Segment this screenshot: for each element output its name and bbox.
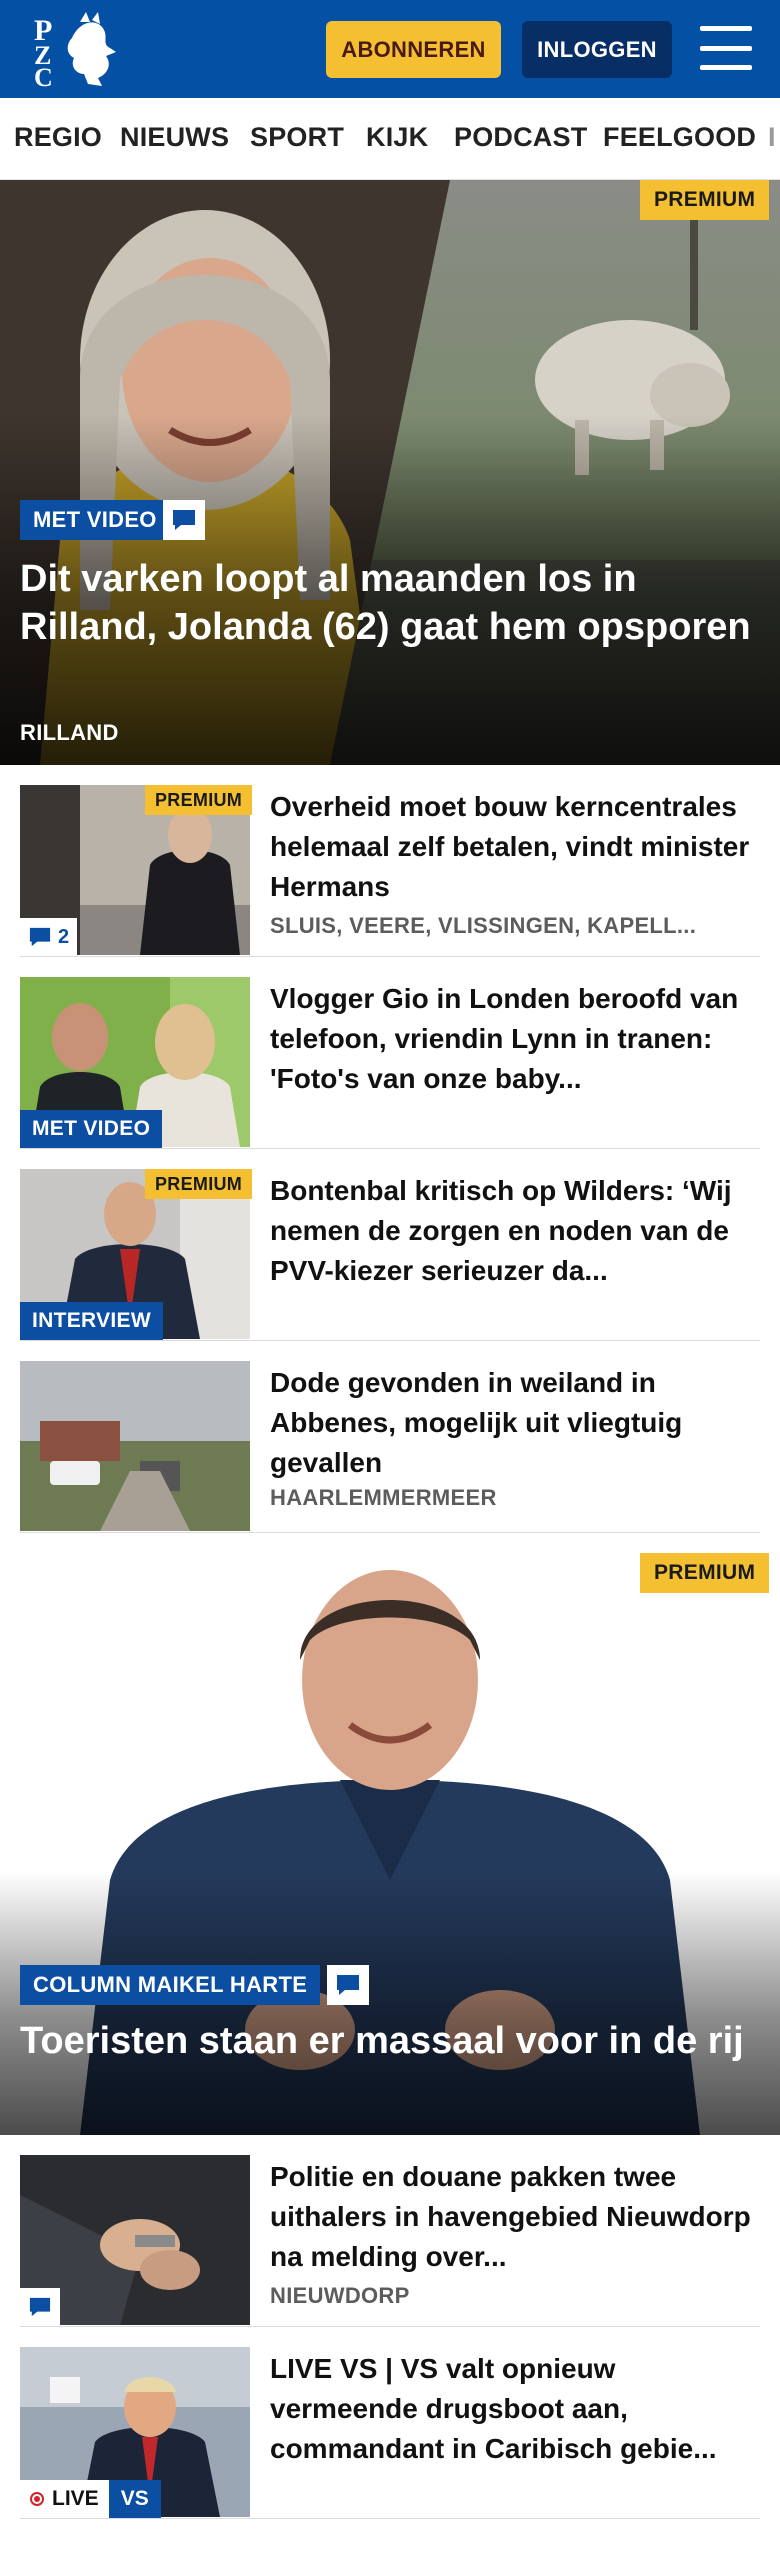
comment-icon <box>29 927 51 947</box>
premium-badge: PREMIUM <box>640 180 770 220</box>
nav-item-kijk[interactable]: KIJK <box>366 122 428 153</box>
list-item[interactable]: LIVE VS LIVE VS | VS valt opnieuw vermee… <box>20 2347 760 2519</box>
premium-badge: PREMIUM <box>145 785 253 815</box>
column-tag: COLUMN MAIKEL HARTE <box>20 1965 321 2005</box>
list-item[interactable]: MET VIDEO Vlogger Gio in Londen beroofd … <box>20 977 760 1149</box>
article-title[interactable]: Politie en douane pakken twee uithalers … <box>270 2157 760 2277</box>
login-button[interactable]: INLOGGEN <box>522 21 672 78</box>
comment-icon[interactable] <box>163 500 205 540</box>
interview-tag: INTERVIEW <box>20 1302 163 1340</box>
article-thumbnail <box>20 1361 250 1531</box>
live-badge: LIVE VS <box>20 2480 161 2518</box>
nav-item-nieuws[interactable]: NIEUWS <box>120 122 229 153</box>
comment-count[interactable]: 2 <box>20 918 78 956</box>
vs-label: VS <box>108 2480 161 2518</box>
article-title[interactable]: Bontenbal kritisch op Wilders: ‘Wij neme… <box>270 1171 760 1291</box>
video-tag: MET VIDEO <box>20 1110 163 1148</box>
comment-count-value: 2 <box>58 925 70 948</box>
subscribe-button[interactable]: ABONNEREN <box>326 21 501 78</box>
list-item[interactable]: PREMIUM 2 Overheid moet bouw kerncentral… <box>20 785 760 957</box>
nav-item-feelgood[interactable]: FEELGOOD <box>603 122 756 153</box>
article-location: NIEUWDORP <box>270 2283 410 2308</box>
premium-badge: PREMIUM <box>640 1553 770 1593</box>
nav-item-podcast[interactable]: PODCAST <box>454 122 587 153</box>
list-item[interactable]: PREMIUM INTERVIEW Bontenbal kritisch op … <box>20 1169 760 1341</box>
comment-icon[interactable] <box>327 1965 369 2005</box>
pzc-logo[interactable]: P Z C <box>24 8 124 92</box>
article-title[interactable]: Overheid moet bouw kerncentrales helemaa… <box>270 787 760 907</box>
article-location: SLUIS, VEERE, VLISSINGEN, KAPELL... <box>270 913 697 938</box>
column-article[interactable]: PREMIUM COLUMN MAIKEL HARTE Toeristen st… <box>0 1550 780 2135</box>
hero-article[interactable]: PREMIUM MET VIDEO Dit varken loopt al ma… <box>0 180 780 765</box>
live-label: LIVE <box>52 2487 99 2510</box>
article-title[interactable]: Dode gevonden in weiland in Abbenes, mog… <box>270 1363 760 1483</box>
nav-item-overflow[interactable]: I <box>768 122 776 153</box>
list-item[interactable]: Dode gevonden in weiland in Abbenes, mog… <box>20 1361 760 1533</box>
site-header: P Z C ABONNEREN INLOGGEN <box>0 0 780 98</box>
nav-item-sport[interactable]: SPORT <box>250 122 344 153</box>
column-title[interactable]: Toeristen staan er massaal voor in de ri… <box>20 2017 760 2065</box>
article-title[interactable]: LIVE VS | VS valt opnieuw vermeende drug… <box>270 2349 760 2469</box>
premium-badge: PREMIUM <box>145 1169 253 1199</box>
live-dot-icon <box>30 2492 44 2506</box>
svg-text:C: C <box>34 63 53 90</box>
comment-icon[interactable] <box>20 2288 60 2326</box>
article-location: HAARLEMMERMEER <box>270 1485 497 1510</box>
hero-title[interactable]: Dit varken loopt al maanden los in Rilla… <box>20 555 760 651</box>
nav-item-regio[interactable]: REGIO <box>14 122 102 153</box>
article-title[interactable]: Vlogger Gio in Londen beroofd van telefo… <box>270 979 760 1099</box>
hero-location: RILLAND <box>20 720 119 745</box>
section-nav: REGIO NIEUWS SPORT KIJK PODCAST FEELGOOD… <box>0 98 780 180</box>
menu-icon[interactable] <box>700 26 752 70</box>
list-item[interactable]: Politie en douane pakken twee uithalers … <box>20 2155 760 2327</box>
video-tag: MET VIDEO <box>20 500 170 540</box>
